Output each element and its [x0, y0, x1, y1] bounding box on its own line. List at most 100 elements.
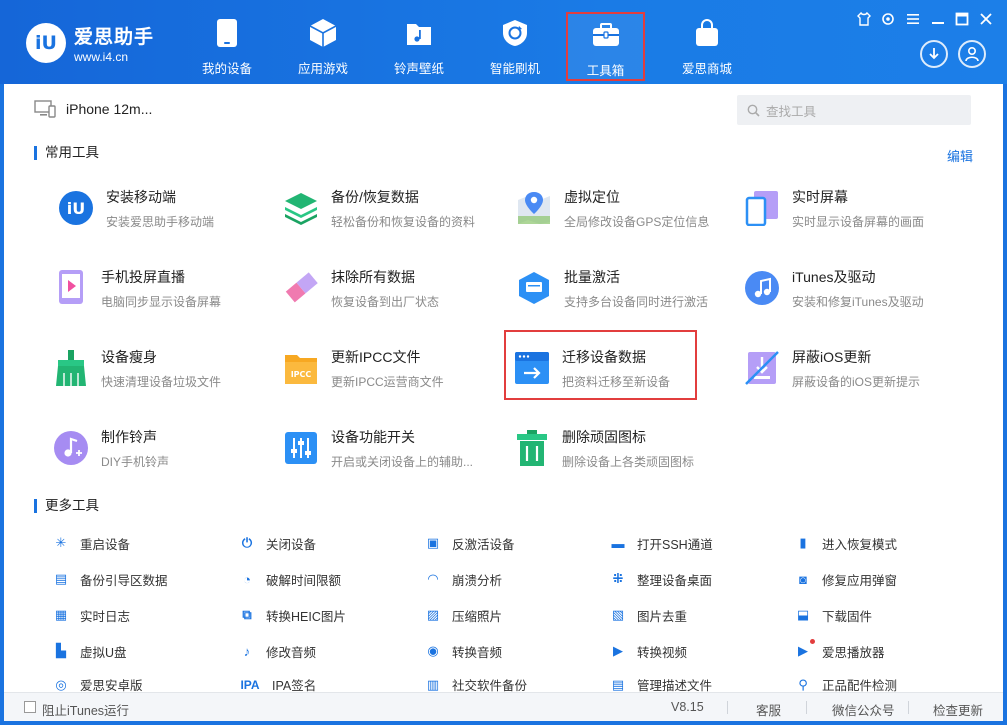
block-itunes-checkbox[interactable]: [24, 701, 36, 713]
nav-my-device[interactable]: 我的设备: [187, 12, 267, 78]
tool-desc: 删除设备上各类顽固图标: [562, 454, 695, 469]
edit-audio-icon: ♪: [243, 643, 251, 659]
usb-drive-icon: ▙: [56, 643, 66, 658]
more-tool-time-limit[interactable]: ◔ 破解时间限额: [238, 569, 341, 589]
nav-store[interactable]: 爱思商城: [667, 12, 747, 78]
install-mobile-icon: iU: [56, 188, 96, 228]
tool-batch-activate[interactable]: 批量激活 支持多台设备同时进行激活: [514, 261, 714, 315]
service-link[interactable]: 客服: [756, 700, 781, 719]
nav-label: 我的设备: [201, 62, 252, 76]
more-tool-edit-audio[interactable]: ♪ 修改音频: [238, 641, 316, 661]
more-tool-download-firmware[interactable]: ⬓ 下载固件: [794, 605, 872, 625]
tool-feature-switch[interactable]: 设备功能开关 开启或关闭设备上的辅助...: [281, 421, 481, 475]
nav-flash[interactable]: 智能刷机: [475, 12, 555, 78]
menu-icon[interactable]: [905, 12, 921, 28]
close-icon[interactable]: [978, 12, 994, 28]
nav-apps-games[interactable]: 应用游戏: [283, 12, 363, 78]
more-tool-restart[interactable]: ✳ 重启设备: [52, 533, 130, 553]
maximize-icon[interactable]: [954, 12, 970, 28]
tool-name: 手机投屏直播: [101, 268, 185, 285]
check-update-link[interactable]: 检查更新: [933, 700, 983, 719]
more-tool-convert-video[interactable]: ▶ 转换视频: [609, 641, 687, 661]
more-tool-label: 转换音频: [452, 645, 503, 660]
download-firmware-icon: ⬓: [796, 607, 810, 622]
settings-icon[interactable]: [880, 12, 896, 28]
more-tool-deactivate[interactable]: ▣ 反激活设备: [424, 533, 515, 553]
tool-live-screen[interactable]: 实时屏幕 实时显示设备屏幕的画面: [742, 181, 942, 235]
tool-backup-restore[interactable]: 备份/恢复数据 轻松备份和恢复设备的资料: [281, 181, 481, 235]
edit-button[interactable]: 编辑: [947, 146, 973, 165]
tool-name: 备份/恢复数据: [331, 188, 419, 205]
more-tool-heic[interactable]: ⧉ 转换HEIC图片: [238, 605, 346, 625]
more-tool-organize-desktop[interactable]: ⁜ 整理设备桌面: [609, 569, 712, 589]
block-itunes-label[interactable]: 阻止iTunes运行: [42, 700, 129, 719]
more-tool-label: 爱思安卓版: [80, 679, 143, 692]
tool-name: 删除顽固图标: [562, 428, 646, 445]
user-icon[interactable]: [958, 40, 986, 68]
more-tool-label: 正品配件检测: [822, 679, 898, 692]
more-tool-label: 转换视频: [637, 645, 688, 660]
profile-icon: ▤: [611, 677, 625, 692]
nav-label: 工具箱: [586, 64, 625, 78]
more-tool-label: 整理设备桌面: [637, 573, 713, 588]
tool-block-ios-update[interactable]: 屏蔽iOS更新 屏蔽设备的iOS更新提示: [742, 341, 942, 395]
nav-label: 智能刷机: [489, 62, 540, 76]
status-bar: 阻止iTunes运行 V8.15 客服 微信公众号 检查更新: [4, 692, 1003, 721]
more-tool-accessory-check[interactable]: ⚲ 正品配件检测: [794, 677, 897, 692]
search-box[interactable]: 查找工具: [737, 95, 971, 125]
tool-install-mobile[interactable]: iU 安装移动端 安装爱思助手移动端: [56, 181, 256, 235]
screen-mirror-icon: [742, 188, 782, 228]
convert-audio-icon: ◉: [427, 643, 439, 658]
grid-icon: ⁜: [612, 571, 624, 586]
skin-icon[interactable]: [856, 11, 872, 28]
more-tool-ssh[interactable]: ▬ 打开SSH通道: [609, 533, 713, 553]
recovery-icon: ▮: [799, 535, 807, 550]
more-tool-profile[interactable]: ▤ 管理描述文件: [609, 677, 712, 692]
more-tools-title: 更多工具: [34, 499, 99, 513]
more-tool-crash-analysis[interactable]: ◠ 崩溃分析: [424, 569, 502, 589]
tool-desc: 快速清理设备垃圾文件: [101, 374, 222, 389]
tool-name: 抹除所有数据: [331, 268, 415, 285]
more-tool-player[interactable]: ▶ 爱思播放器: [794, 639, 885, 661]
tool-make-ringtone[interactable]: 制作铃声 DIY手机铃声: [51, 421, 251, 475]
minimize-icon[interactable]: [930, 12, 946, 28]
phone-icon: [210, 16, 244, 50]
more-tool-label: 压缩照片: [452, 609, 503, 624]
nav-ringtones[interactable]: 铃声壁纸: [379, 12, 459, 78]
more-tool-compress-photo[interactable]: ▨ 压缩照片: [424, 605, 502, 625]
tool-desc: 更新IPCC运营商文件: [331, 374, 444, 389]
more-tool-android[interactable]: ◎ 爱思安卓版: [52, 677, 143, 692]
wechat-link[interactable]: 微信公众号: [832, 700, 895, 719]
tool-virtual-location[interactable]: 虚拟定位 全局修改设备GPS定位信息: [514, 181, 714, 235]
tool-desc: DIY手机铃声: [101, 454, 170, 469]
crash-analysis-icon: ◠: [428, 571, 438, 586]
more-tool-dedupe[interactable]: ▧ 图片去重: [609, 605, 687, 625]
tool-slim-device[interactable]: 设备瘦身 快速清理设备垃圾文件: [51, 341, 251, 395]
more-tool-ipa-sign[interactable]: IPA IPA签名: [238, 677, 316, 693]
more-tool-convert-audio[interactable]: ◉ 转换音频: [424, 641, 502, 661]
device-selector[interactable]: iPhone 12m...: [34, 100, 152, 118]
tool-update-ipcc[interactable]: IPCC 更新IPCC文件 更新IPCC运营商文件: [281, 341, 481, 395]
more-tool-recovery[interactable]: ▮ 进入恢复模式: [794, 533, 897, 553]
tool-desc: 屏蔽设备的iOS更新提示: [792, 374, 921, 389]
more-tool-fix-popup[interactable]: ◙ 修复应用弹窗: [794, 569, 897, 589]
dedupe-icon: ▧: [611, 607, 625, 622]
more-tool-shutdown[interactable]: ⏻ 关闭设备: [238, 533, 316, 553]
sliders-icon: [281, 428, 321, 468]
tool-erase-all[interactable]: 抹除所有数据 恢复设备到出厂状态: [281, 261, 481, 315]
more-tool-backup-boot[interactable]: ▤ 备份引导区数据: [52, 569, 168, 589]
nav-toolbox[interactable]: 工具箱: [566, 12, 645, 81]
layers-icon: [281, 188, 321, 228]
common-tools-title: 常用工具: [34, 146, 99, 160]
clock-icon: ◔: [243, 571, 251, 587]
tool-name: 安装移动端: [106, 188, 176, 205]
download-icon[interactable]: [920, 40, 948, 68]
more-tool-social-backup[interactable]: ▥ 社交软件备份: [424, 677, 527, 692]
more-tool-usb-drive[interactable]: ▙ 虚拟U盘: [52, 641, 127, 661]
app-url: www.i4.cn: [74, 50, 129, 64]
tool-itunes-driver[interactable]: iTunes及驱动 安装和修复iTunes及驱动: [742, 261, 942, 315]
tool-delete-stubborn-icons[interactable]: 删除顽固图标删除设备上各类顽固图标: [512, 421, 712, 475]
tool-screen-cast[interactable]: 手机投屏直播 电脑同步显示设备屏幕: [51, 261, 251, 315]
tool-name: 批量激活: [564, 268, 620, 285]
more-tool-realtime-log[interactable]: ▦ 实时日志: [52, 605, 130, 625]
